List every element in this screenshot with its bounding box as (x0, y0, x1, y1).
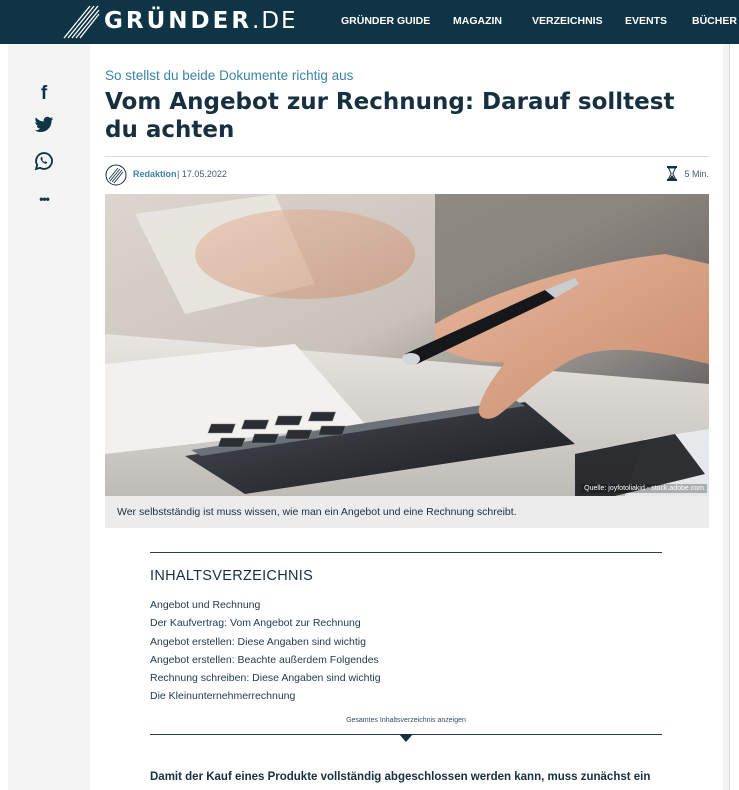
toc-expand-arrow-icon[interactable] (399, 734, 413, 742)
toc-item-angebot-angaben[interactable]: Angebot erstellen: Diese Angaben sind wi… (150, 633, 381, 651)
nav-item-events[interactable]: EVENTS (625, 15, 667, 27)
toc-list: Angebot und Rechnung Der Kaufvertrag: Vo… (150, 596, 381, 706)
toc-item-angebot-und-rechnung[interactable]: Angebot und Rechnung (150, 596, 381, 614)
article-kicker: So stellst du beide Dokumente richtig au… (105, 68, 354, 83)
facebook-share-button[interactable]: f (32, 82, 56, 106)
toc-item-kleinunternehmer[interactable]: Die Kleinunternehmerrechnung (150, 687, 381, 705)
logo-hatch-icon[interactable] (62, 4, 100, 40)
more-share-button[interactable]: ••• (32, 190, 56, 214)
nav-item-verzeichnis[interactable]: VERZEICHNIS (532, 15, 603, 27)
author-avatar-icon[interactable] (105, 164, 127, 186)
article-meta: Redaktion | 17.05.2022 5 Min. (105, 164, 709, 186)
hourglass-icon (667, 166, 677, 181)
twitter-icon (34, 116, 54, 132)
whatsapp-icon (34, 152, 53, 171)
article-title: Vom Angebot zur Rechnung: Darauf solltes… (105, 89, 675, 143)
site-logo[interactable]: GRÜNDER.DE (104, 8, 298, 34)
hero-image: Quelle: joyfotoliakid - stock.adobe.com (105, 194, 709, 496)
toc-top-rule (150, 552, 662, 553)
logo-tld: .DE (252, 8, 298, 34)
top-navigation-bar: GRÜNDER.DE GRÜNDER GUIDE MAGAZIN VERZEIC… (0, 0, 739, 44)
toc-item-rechnung-angaben[interactable]: Rechnung schreiben: Diese Angaben sind w… (150, 669, 381, 687)
article-lead: Damit der Kauf eines Produkte vollständi… (150, 771, 651, 783)
more-icon: ••• (39, 192, 50, 206)
nav-item-magazin[interactable]: MAGAZIN (453, 15, 502, 27)
toc-item-angebot-folgendes[interactable]: Angebot erstellen: Beachte außerdem Folg… (150, 651, 381, 669)
twitter-share-button[interactable] (32, 116, 56, 140)
nav-item-buecher[interactable]: BÜCHER (692, 15, 737, 27)
whatsapp-share-button[interactable] (32, 151, 56, 175)
read-time: 5 Min. (684, 169, 709, 179)
publish-date: | 17.05.2022 (177, 169, 227, 179)
toc-title: INHALTSVERZEICHNIS (150, 568, 314, 584)
toc-item-kaufvertrag[interactable]: Der Kaufvertrag: Vom Angebot zur Rechnun… (150, 614, 381, 632)
toc-show-all-link[interactable]: Gesamtes Inhaltsverzeichnis anzeigen (150, 717, 662, 724)
nav-item-gruender-guide[interactable]: GRÜNDER GUIDE (341, 15, 430, 27)
facebook-icon: f (40, 83, 48, 104)
right-page-edge (729, 44, 739, 790)
image-caption-bar: Wer selbstständig ist muss wissen, wie m… (105, 496, 709, 528)
image-caption: Wer selbstständig ist muss wissen, wie m… (117, 506, 517, 518)
logo-name: GRÜNDER (104, 8, 253, 34)
header-divider (105, 156, 709, 157)
author-link[interactable]: Redaktion (133, 169, 177, 179)
image-credit: Quelle: joyfotoliakid - stock.adobe.com (581, 484, 707, 493)
calculator-photo (105, 194, 709, 496)
